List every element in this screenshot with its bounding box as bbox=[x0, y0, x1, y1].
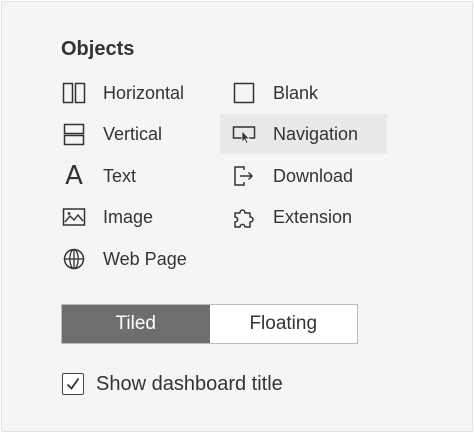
object-text[interactable]: A Text bbox=[61, 156, 136, 196]
floating-option[interactable]: Floating bbox=[210, 305, 358, 343]
globe-icon bbox=[61, 246, 87, 272]
object-label: Download bbox=[273, 165, 354, 186]
object-image[interactable]: Image bbox=[61, 197, 153, 237]
object-label: Vertical bbox=[103, 123, 163, 144]
object-web-page[interactable]: Web Page bbox=[61, 239, 187, 279]
layout-toggle: Tiled Floating bbox=[61, 304, 358, 344]
checkmark-icon bbox=[66, 377, 80, 390]
show-dashboard-title-checkbox[interactable] bbox=[62, 373, 84, 395]
object-label: Text bbox=[103, 165, 137, 186]
object-blank[interactable]: Blank bbox=[231, 73, 318, 113]
object-label: Extension bbox=[273, 206, 353, 227]
object-horizontal[interactable]: Horizontal bbox=[61, 73, 184, 113]
show-dashboard-title-label: Show dashboard title bbox=[96, 372, 283, 395]
download-icon bbox=[231, 163, 257, 189]
puzzle-icon bbox=[231, 204, 257, 230]
navigation-icon bbox=[231, 121, 257, 147]
text-icon: A bbox=[65, 161, 83, 191]
object-label: Navigation bbox=[273, 123, 359, 144]
object-navigation[interactable]: Navigation bbox=[220, 114, 387, 154]
object-label: Web Page bbox=[103, 248, 187, 269]
image-icon bbox=[61, 204, 87, 230]
object-label: Blank bbox=[273, 82, 319, 103]
object-label: Image bbox=[103, 206, 154, 227]
vertical-container-icon bbox=[61, 121, 87, 147]
horizontal-container-icon bbox=[61, 80, 87, 106]
object-vertical[interactable]: Vertical bbox=[61, 114, 162, 154]
objects-title: Objects bbox=[61, 38, 135, 60]
show-dashboard-title-row[interactable]: Show dashboard title bbox=[62, 369, 283, 399]
objects-panel: Objects Horizontal Vertical A Text Image… bbox=[1, 1, 473, 432]
blank-icon bbox=[231, 80, 257, 106]
object-download[interactable]: Download bbox=[231, 156, 353, 196]
object-label: Horizontal bbox=[103, 82, 185, 103]
tiled-option[interactable]: Tiled bbox=[62, 305, 210, 343]
object-extension[interactable]: Extension bbox=[231, 197, 352, 237]
